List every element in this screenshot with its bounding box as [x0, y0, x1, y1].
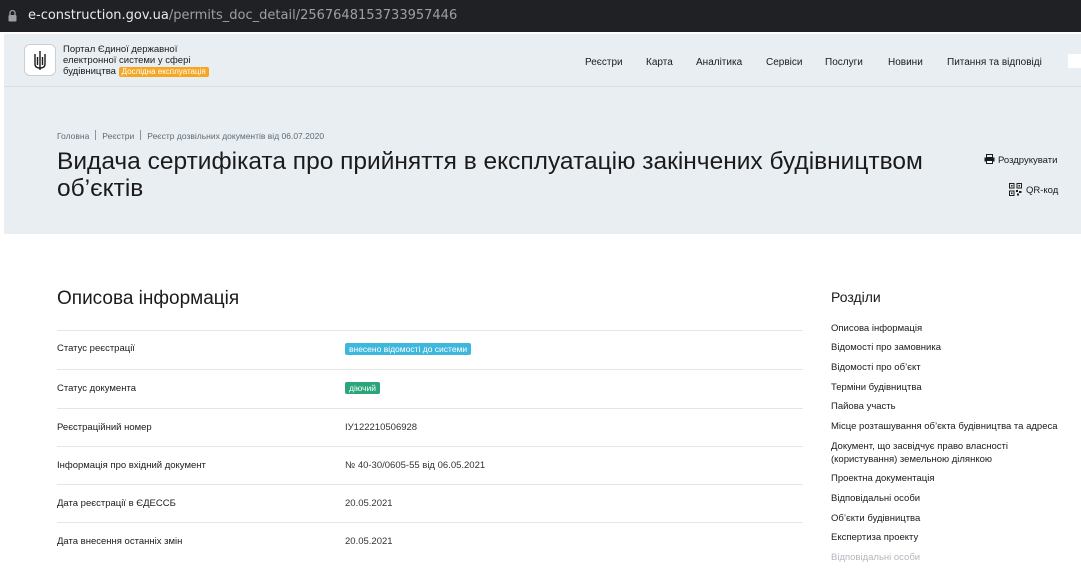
logo[interactable] — [24, 44, 56, 76]
section-link-responsible[interactable]: Відповідальні особи — [831, 492, 1076, 505]
row-divider — [57, 330, 803, 331]
url-text[interactable]: e-construction.gov.ua/permits_doc_detail… — [28, 8, 457, 23]
status-badge: внесено відомості до системи — [345, 343, 472, 355]
login-button-edge[interactable] — [1068, 54, 1081, 68]
breadcrumb-home[interactable]: Головна — [57, 131, 89, 141]
section-link-object[interactable]: Відомості про об’єкт — [831, 361, 1076, 374]
breadcrumb-separator — [95, 130, 97, 140]
nav-services[interactable]: Сервіси — [766, 57, 802, 68]
section-link-description[interactable]: Описова інформація — [831, 322, 1076, 335]
url-path: /permits_doc_detail/2567648153733957446 — [168, 8, 458, 23]
section-link-project-docs[interactable]: Проектна документація — [831, 472, 1076, 485]
nav-services-public[interactable]: Послуги — [825, 57, 863, 68]
registration-status-badge: внесено відомості до системи — [345, 343, 472, 355]
row-divider — [57, 408, 803, 409]
nav-registries[interactable]: Реєстри — [585, 57, 623, 68]
status-badge: діючий — [345, 382, 380, 394]
row-divider — [57, 369, 803, 370]
printer-icon — [984, 154, 995, 164]
breadcrumb-registries[interactable]: Реєстри — [102, 131, 134, 141]
section-link-share[interactable]: Пайова участь — [831, 400, 1076, 413]
trident-icon — [34, 51, 46, 70]
breadcrumb-current: Реєстр дозвільних документів від 06.07.2… — [147, 131, 325, 141]
print-button[interactable]: Роздрукувати — [984, 154, 1057, 166]
qr-label: QR-код — [1026, 185, 1059, 196]
section-link-responsible-2[interactable]: Відповідальні особи — [831, 551, 1076, 564]
section-link-customer[interactable]: Відомості про замовника — [831, 341, 1076, 354]
row-label-registration-status: Статус реєстрації — [57, 343, 135, 354]
registration-number-value: ІУ122210506928 — [345, 422, 418, 433]
section-heading-description: Описова інформація — [57, 288, 240, 309]
nav-analytics[interactable]: Аналітика — [696, 57, 742, 68]
sections-heading: Розділи — [831, 289, 881, 305]
registration-date-value: 20.05.2021 — [345, 498, 393, 509]
row-divider — [57, 484, 803, 485]
portal-title[interactable]: Портал Єдиної державної електронної сист… — [63, 44, 213, 77]
nav-map[interactable]: Карта — [646, 57, 673, 68]
breadcrumb: Головна Реєстри Реєстр дозвільних документ… — [57, 130, 324, 141]
section-link-land-document[interactable]: Документ, що засвідчує право власності (… — [831, 440, 1076, 466]
row-divider — [57, 522, 803, 523]
row-label-last-change-date: Дата внесення останніх змін — [57, 536, 183, 547]
header-divider — [4, 86, 1081, 87]
url-domain: e-construction.gov.ua — [28, 8, 169, 23]
last-change-date-value: 20.05.2021 — [345, 536, 393, 547]
section-link-terms[interactable]: Терміни будівництва — [831, 381, 1076, 394]
document-status-badge: діючий — [345, 382, 380, 394]
qr-code-button[interactable]: QR-код — [1009, 183, 1058, 196]
nav-faq[interactable]: Питання та відповіді — [947, 57, 1042, 68]
row-label-document-status: Статус документа — [57, 383, 136, 394]
nav-news[interactable]: Новини — [888, 57, 923, 68]
row-label-registration-date: Дата реєстрації в ЄДЕССБ — [57, 498, 176, 509]
qr-code-icon — [1009, 183, 1022, 196]
test-mode-badge: Дослідна експлуатація — [118, 67, 209, 77]
row-divider — [57, 446, 803, 447]
row-label-registration-number: Реєстраційний номер — [57, 422, 152, 433]
print-label: Роздрукувати — [998, 155, 1058, 166]
section-link-location[interactable]: Місце розташування об’єкта будівництва т… — [831, 420, 1076, 433]
section-link-expertise[interactable]: Експертиза проекту — [831, 531, 1076, 544]
input-document-value: № 40-30/0605-55 від 06.05.2021 — [345, 460, 486, 471]
row-label-input-document: Інформація про вхідний документ — [57, 460, 206, 471]
section-link-construction-objects[interactable]: Об’єкти будівництва — [831, 512, 1076, 525]
lock-icon — [8, 9, 17, 22]
breadcrumb-separator — [140, 130, 142, 140]
page-title: Видача сертифіката про прийняття в експл… — [57, 148, 923, 202]
